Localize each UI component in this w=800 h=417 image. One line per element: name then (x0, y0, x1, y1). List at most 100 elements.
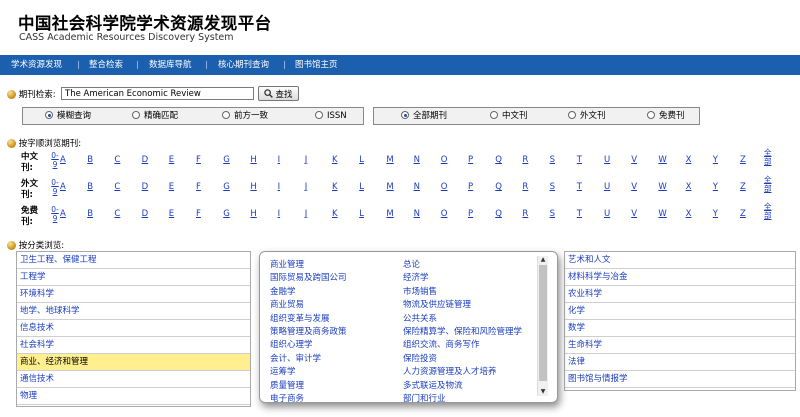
alpha-link-letter[interactable]: G (223, 209, 230, 219)
alpha-link-letter[interactable]: O (441, 209, 448, 219)
category-link[interactable]: 法律 (568, 357, 585, 367)
subcategory-item[interactable]: 物流及供应链管理 (403, 298, 471, 310)
alpha-link-letter[interactable]: B (87, 155, 93, 165)
category-link[interactable]: 生命科学 (568, 340, 602, 350)
alpha-link-letter[interactable]: S (550, 182, 555, 192)
alpha-link-letter[interactable]: T (577, 182, 582, 192)
alpha-link-letter[interactable]: Q (495, 155, 502, 165)
alpha-link-letter[interactable]: M (386, 155, 393, 165)
category-item[interactable]: 通信技术 (17, 371, 250, 388)
category-link[interactable]: 材料科学与冶金 (568, 272, 628, 282)
alpha-link-letter[interactable]: K (332, 182, 338, 192)
category-item[interactable]: 商业、经济和管理 (17, 354, 250, 371)
alpha-link-letter[interactable]: Q (495, 209, 502, 219)
category-item[interactable]: 艺术和人文 (565, 252, 795, 269)
alpha-link-letter[interactable]: I (278, 182, 281, 192)
alpha-link-letter[interactable]: C (114, 155, 120, 165)
scroll-thumb[interactable] (539, 265, 547, 381)
subcategory-item[interactable]: 策略管理及商务政策 (270, 325, 347, 337)
alpha-link-letter[interactable]: E (169, 155, 174, 165)
alpha-link-letter[interactable]: A (60, 209, 66, 219)
category-item[interactable]: 材料科学与冶金 (565, 269, 795, 286)
alpha-link-letter[interactable]: P (468, 155, 473, 165)
subcategory-item[interactable]: 运筹学 (270, 365, 296, 377)
alpha-link-letter[interactable]: Z (740, 155, 746, 165)
alpha-link-letter[interactable]: L (359, 155, 364, 165)
category-item[interactable]: 社会科学 (17, 337, 250, 354)
subcategory-item[interactable]: 组织心理学 (270, 338, 313, 350)
subcategory-item[interactable]: 商业管理 (270, 258, 304, 270)
alpha-link-letter[interactable]: T (577, 209, 582, 219)
alpha-link-letter[interactable]: K (332, 155, 338, 165)
subcategory-item[interactable]: 多式联运及物流 (403, 379, 463, 391)
subcategory-item[interactable]: 保险精算学、保险和风险管理学 (403, 325, 522, 337)
alpha-link-letter[interactable]: Y (713, 182, 718, 192)
subcategory-item[interactable]: 会计、审计学 (270, 352, 321, 364)
match-option-fuzzy[interactable]: 模糊查询 (45, 108, 91, 124)
alpha-link-letter[interactable]: H (250, 209, 256, 219)
subcategory-item[interactable]: 电子商务 (270, 392, 304, 402)
nav-item-discovery[interactable]: 学术资源发现 (11, 55, 62, 75)
category-link[interactable]: 物理 (20, 391, 37, 401)
category-item[interactable]: 工程学 (17, 269, 250, 286)
subcategory-item[interactable]: 总论 (403, 258, 420, 270)
category-link[interactable]: 数学 (568, 323, 585, 333)
alpha-link-letter[interactable]: H (250, 155, 256, 165)
category-item[interactable]: 地学、地球科学 (17, 303, 250, 320)
alpha-link-letter[interactable]: J (305, 209, 308, 219)
alpha-link-letter[interactable]: X (686, 155, 692, 165)
alpha-link-letter[interactable]: G (223, 155, 230, 165)
alpha-link-letter[interactable]: E (169, 182, 174, 192)
category-item[interactable]: 信息技术 (17, 320, 250, 337)
alpha-link-letter[interactable]: P (468, 209, 473, 219)
scroll-down-icon[interactable]: ▼ (539, 388, 547, 396)
category-link[interactable]: 环境科学 (20, 289, 54, 299)
subcategory-item[interactable]: 保险投资 (403, 352, 437, 364)
scope-option-foreign[interactable]: 外文刊 (568, 108, 606, 124)
category-item[interactable]: 数学 (565, 320, 795, 337)
scope-option-chinese[interactable]: 中文刊 (490, 108, 528, 124)
alpha-link-letter[interactable]: Q (495, 182, 502, 192)
nav-item-integrated-search[interactable]: 整合检索 (89, 55, 123, 75)
alpha-link-letter[interactable]: O (441, 155, 448, 165)
alpha-link-letter[interactable]: O (441, 182, 448, 192)
alpha-link-letter[interactable]: Y (713, 155, 718, 165)
alpha-link-letter[interactable]: R (522, 209, 528, 219)
alpha-link-letter[interactable]: V (631, 209, 637, 219)
popup-scrollbar[interactable]: ▲ ▼ (537, 256, 548, 396)
match-option-prefix[interactable]: 前方一致 (222, 108, 268, 124)
alpha-link-letter[interactable]: L (359, 182, 364, 192)
alpha-link-letter[interactable]: V (631, 182, 637, 192)
alpha-link-letter[interactable]: R (522, 155, 528, 165)
alpha-link-letter[interactable]: Y (713, 209, 718, 219)
category-item[interactable]: 化学 (565, 303, 795, 320)
alpha-link-digits[interactable]: 0- 9 (51, 178, 59, 196)
category-link[interactable]: 社会科学 (20, 340, 54, 350)
alpha-link-letter[interactable]: C (114, 182, 120, 192)
subcategory-item[interactable]: 组织变革与发展 (270, 312, 330, 324)
subcategory-item[interactable]: 部门和行业 (403, 392, 446, 402)
journal-search-input[interactable] (61, 87, 254, 100)
alpha-link-letter[interactable]: B (87, 209, 93, 219)
alpha-link-letter[interactable]: P (468, 182, 473, 192)
alpha-link-letter[interactable]: D (142, 182, 149, 192)
alpha-link-letter[interactable]: U (604, 155, 610, 165)
alpha-link-letter[interactable]: G (223, 182, 230, 192)
alpha-link-letter[interactable]: I (278, 155, 281, 165)
category-item[interactable]: 环境科学 (17, 286, 250, 303)
alpha-link-letter[interactable]: S (550, 209, 555, 219)
alpha-link-letter[interactable]: S (550, 155, 555, 165)
alpha-link-letter[interactable]: W (658, 182, 666, 192)
alpha-link-letter[interactable]: W (658, 155, 666, 165)
subcategory-item[interactable]: 人力资源管理及人才培养 (403, 365, 497, 377)
category-link[interactable]: 地学、地球科学 (20, 306, 80, 316)
alpha-link-letter[interactable]: C (114, 209, 120, 219)
alpha-link-digits[interactable]: 0- 9 (51, 151, 59, 169)
subcategory-item[interactable]: 商业贸易 (270, 298, 304, 310)
alpha-link-letter[interactable]: N (414, 155, 420, 165)
alpha-link-letter[interactable]: L (359, 209, 364, 219)
alpha-link-letter[interactable]: F (196, 155, 201, 165)
alpha-link-letter[interactable]: V (631, 155, 637, 165)
alpha-link-all[interactable]: 全部 (764, 148, 774, 166)
alpha-link-letter[interactable]: X (686, 209, 692, 219)
